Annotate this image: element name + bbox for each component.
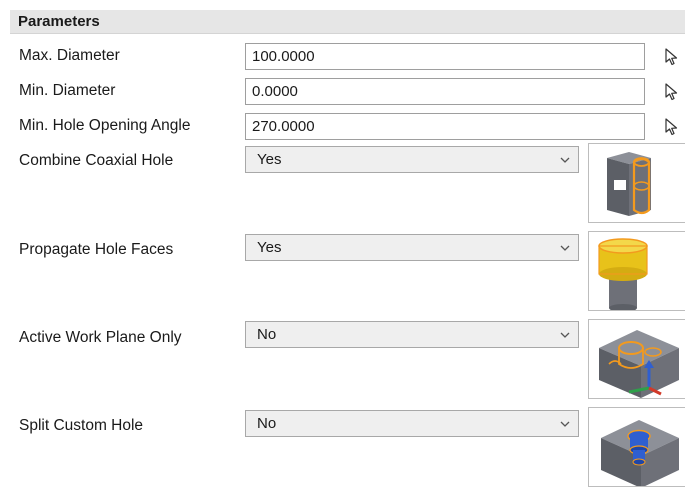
active-work-plane-preview-icon xyxy=(599,330,679,398)
chevron-down-icon xyxy=(560,332,570,338)
propagate-hole-faces-value: Yes xyxy=(257,239,282,256)
coaxial-hole-preview-icon xyxy=(607,152,651,216)
select-cursor-icon[interactable] xyxy=(663,47,681,67)
active-work-plane-only-value: No xyxy=(257,326,277,343)
propagate-hole-faces-preview-icon xyxy=(598,238,648,310)
combine-coaxial-hole-preview xyxy=(588,143,685,223)
split-custom-hole-value: No xyxy=(257,415,277,432)
active-work-plane-only-label: Active Work Plane Only xyxy=(19,329,182,346)
active-work-plane-only-preview xyxy=(588,319,685,399)
max-diameter-label: Max. Diameter xyxy=(19,47,120,64)
min-hole-opening-angle-label: Min. Hole Opening Angle xyxy=(19,117,191,134)
split-custom-hole-label: Split Custom Hole xyxy=(19,417,144,434)
select-cursor-icon[interactable] xyxy=(663,117,681,137)
chevron-down-icon xyxy=(560,157,570,163)
chevron-down-icon xyxy=(560,421,570,427)
combine-coaxial-hole-label: Combine Coaxial Hole xyxy=(19,152,174,169)
min-diameter-label: Min. Diameter xyxy=(19,82,116,99)
split-custom-hole-preview-icon xyxy=(601,420,679,486)
chevron-down-icon xyxy=(560,245,570,251)
active-work-plane-only-dropdown[interactable]: No xyxy=(245,321,579,348)
min-hole-opening-angle-input[interactable]: 270.0000 xyxy=(245,113,645,140)
propagate-hole-faces-dropdown[interactable]: Yes xyxy=(245,234,579,261)
combine-coaxial-hole-dropdown[interactable]: Yes xyxy=(245,146,579,173)
combine-coaxial-hole-value: Yes xyxy=(257,151,282,168)
split-custom-hole-dropdown[interactable]: No xyxy=(245,410,579,437)
min-diameter-input[interactable]: 0.0000 xyxy=(245,78,645,105)
propagate-hole-faces-preview xyxy=(588,231,685,311)
propagate-hole-faces-label: Propagate Hole Faces xyxy=(19,241,174,258)
max-diameter-input[interactable]: 100.0000 xyxy=(245,43,645,70)
select-cursor-icon[interactable] xyxy=(663,82,681,102)
parameters-header: Parameters xyxy=(10,10,685,34)
parameters-title: Parameters xyxy=(18,13,100,30)
split-custom-hole-preview xyxy=(588,407,685,487)
